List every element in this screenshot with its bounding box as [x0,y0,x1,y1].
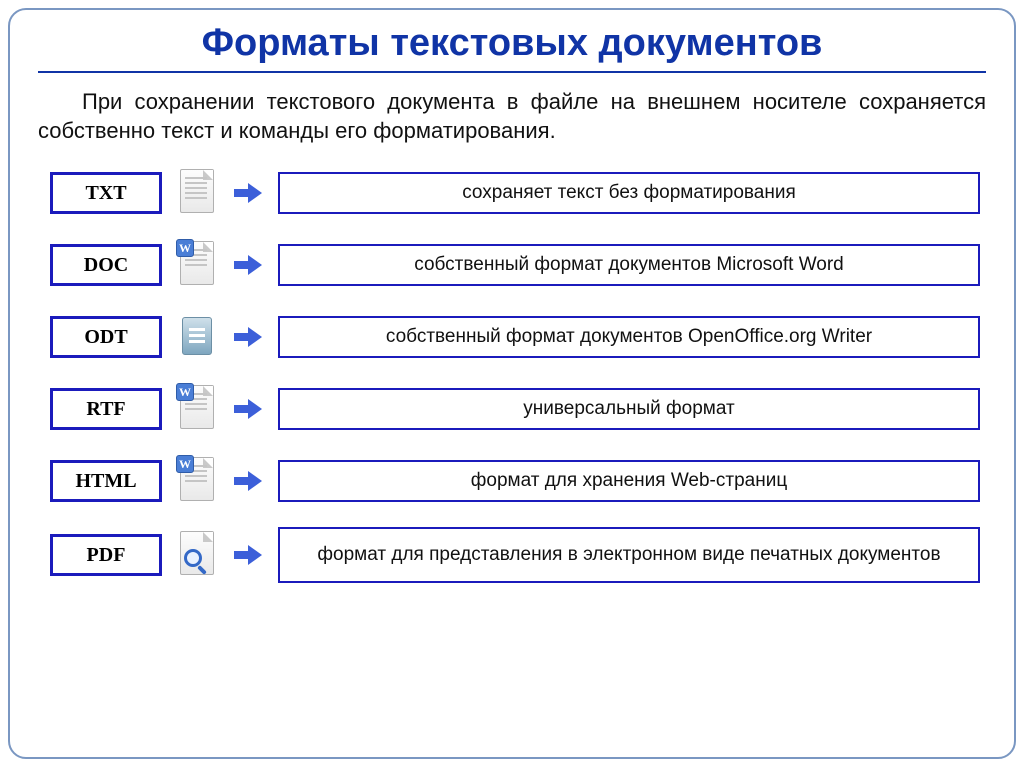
format-code: DOC [84,254,128,277]
word-file-icon: W [176,239,218,291]
word-file-icon: W [176,455,218,507]
format-row: DOC W собственный формат документов Micr… [50,239,980,291]
arrow-icon [232,545,264,565]
format-row: RTF W универсальный формат [50,383,980,435]
format-code: ODT [84,326,127,349]
format-code: TXT [85,182,126,205]
slide-title: Форматы текстовых документов [38,22,986,65]
format-code-box: TXT [50,172,162,214]
format-description: формат для представления в электронном в… [317,544,940,566]
arrow-icon [232,255,264,275]
format-row: ODT собственный формат документов OpenOf… [50,311,980,363]
format-description-box: собственный формат документов OpenOffice… [278,316,980,358]
format-description: собственный формат документов OpenOffice… [386,326,872,348]
arrow-icon [232,327,264,347]
openoffice-file-icon [176,311,218,363]
format-code: PDF [87,544,126,567]
format-code-box: ODT [50,316,162,358]
format-description-box: собственный формат документов Microsoft … [278,244,980,286]
format-description: универсальный формат [523,398,734,420]
format-code: HTML [75,470,136,493]
word-file-icon: W [176,383,218,435]
format-code-box: DOC [50,244,162,286]
format-row: TXT сохраняет текст без форматирования [50,167,980,219]
format-row: PDF формат для представления в электронн… [50,527,980,583]
intro-paragraph: При сохранении текстового документа в фа… [38,87,986,145]
arrow-icon [232,183,264,203]
format-code: RTF [86,398,125,421]
slide-frame: Форматы текстовых документов При сохране… [8,8,1016,759]
format-description: сохраняет текст без форматирования [462,182,796,204]
format-description-box: формат для представления в электронном в… [278,527,980,583]
format-list: TXT сохраняет текст без форматирования D… [38,167,986,583]
format-description-box: формат для хранения Web-страниц [278,460,980,502]
arrow-icon [232,471,264,491]
format-code-box: HTML [50,460,162,502]
format-description: формат для хранения Web-страниц [471,470,787,492]
format-code-box: RTF [50,388,162,430]
pdf-file-icon [176,529,218,581]
format-description: собственный формат документов Microsoft … [414,254,844,276]
format-row: HTML W формат для хранения Web-страниц [50,455,980,507]
title-underline [38,71,986,73]
arrow-icon [232,399,264,419]
txt-file-icon [176,167,218,219]
format-description-box: сохраняет текст без форматирования [278,172,980,214]
format-description-box: универсальный формат [278,388,980,430]
format-code-box: PDF [50,534,162,576]
